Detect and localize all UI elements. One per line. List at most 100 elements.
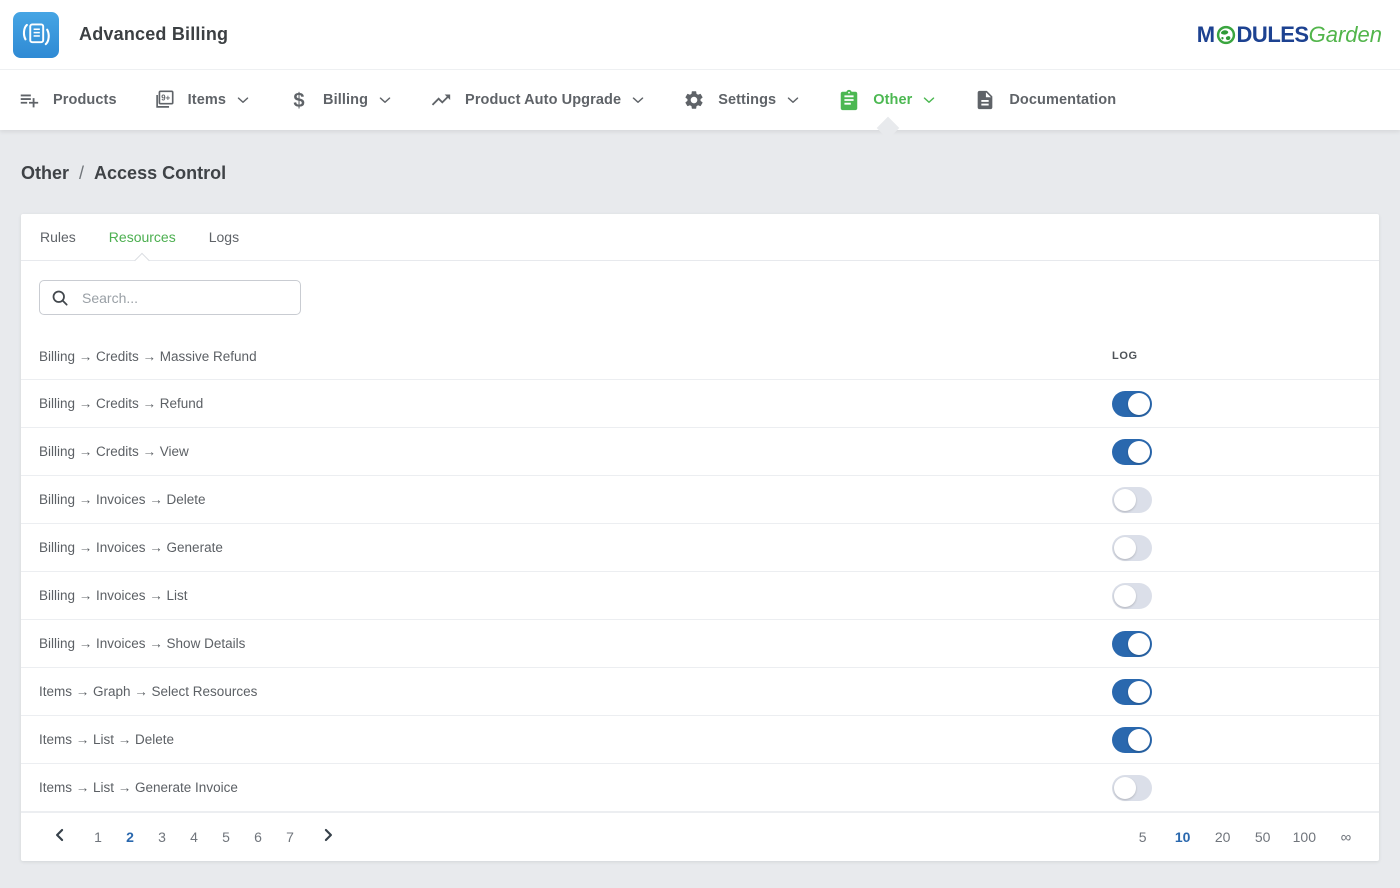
- modulesgarden-logo[interactable]: M DULES Garden: [1197, 22, 1382, 48]
- page-button-6[interactable]: 6: [249, 829, 267, 845]
- gear-icon: [683, 89, 705, 111]
- nav-item-documentation[interactable]: Documentation: [956, 70, 1134, 130]
- log-toggle[interactable]: [1112, 775, 1152, 801]
- tab-rules[interactable]: Rules: [40, 214, 76, 260]
- log-column-header: LOG: [1112, 350, 1138, 362]
- tab-logs[interactable]: Logs: [209, 214, 239, 260]
- nav-item-products[interactable]: Products: [18, 70, 135, 130]
- log-toggle[interactable]: [1112, 487, 1152, 513]
- chevron-down-icon: [376, 91, 394, 109]
- page-size-option-infinity[interactable]: ∞: [1336, 829, 1356, 846]
- log-toggle[interactable]: [1112, 583, 1152, 609]
- table-row: Billing → Invoices → Delete: [21, 476, 1379, 524]
- log-toggle[interactable]: [1112, 439, 1152, 465]
- nav-item-billing[interactable]: $ Billing: [270, 70, 412, 130]
- app-header: Advanced Billing M DULES Garden: [0, 0, 1400, 70]
- resources-table: Billing → Credits → Massive RefundLOGBil…: [21, 332, 1379, 812]
- table-row: Billing → Invoices → Generate: [21, 524, 1379, 572]
- page-size-option-50[interactable]: 50: [1253, 829, 1273, 845]
- svg-text:$: $: [293, 90, 304, 111]
- log-cell: [1112, 439, 1379, 465]
- tab-label: Logs: [209, 229, 239, 245]
- resource-label: Billing → Invoices → Delete: [21, 492, 1112, 507]
- nav-item-other[interactable]: Other: [820, 70, 956, 130]
- tab-resources[interactable]: Resources: [109, 214, 176, 260]
- chevron-down-icon: [234, 91, 252, 109]
- page-content: Other / Access Control Rules Resources Log…: [0, 163, 1400, 861]
- log-cell: [1112, 535, 1379, 561]
- nav-item-settings[interactable]: Settings: [665, 70, 820, 130]
- log-toggle[interactable]: [1112, 679, 1152, 705]
- chevron-down-icon: [629, 91, 647, 109]
- table-row: Billing → Invoices → List: [21, 572, 1379, 620]
- chevron-left-icon: [50, 825, 70, 850]
- nav-item-label: Other: [873, 92, 912, 108]
- search-box: [39, 280, 301, 315]
- nav-item-label: Product Auto Upgrade: [465, 92, 621, 108]
- document-icon: [974, 89, 996, 111]
- resource-label: Items → Graph → Select Resources: [21, 684, 1112, 699]
- playlist-add-icon: [18, 89, 40, 111]
- page-button-5[interactable]: 5: [217, 829, 235, 845]
- table-row: Items → List → Generate Invoice: [21, 764, 1379, 812]
- main-nav: Products 9+Items $ Billing Product Auto Upgr…: [0, 70, 1400, 130]
- prev-page-button[interactable]: [48, 825, 72, 849]
- resource-label: Items → List → Generate Invoice: [21, 780, 1112, 795]
- tab-label: Rules: [40, 229, 76, 245]
- table-row: Billing → Credits → Massive RefundLOG: [21, 332, 1379, 380]
- resource-label: Billing → Invoices → Show Details: [21, 636, 1112, 651]
- page-button-7[interactable]: 7: [281, 829, 299, 845]
- log-toggle[interactable]: [1112, 535, 1152, 561]
- resource-label: Billing → Credits → Massive Refund: [21, 349, 1112, 364]
- log-cell: [1112, 727, 1379, 753]
- log-cell: [1112, 775, 1379, 801]
- clipboard-icon: [838, 89, 860, 111]
- page-button-3[interactable]: 3: [153, 829, 171, 845]
- nav-item-items[interactable]: 9+Items: [135, 70, 270, 130]
- log-cell: LOG: [1112, 350, 1379, 362]
- nav-item-label: Settings: [718, 92, 776, 108]
- nav-item-label: Documentation: [1009, 92, 1116, 108]
- breadcrumb-separator: /: [79, 163, 84, 184]
- next-page-button[interactable]: [316, 825, 340, 849]
- page-button-2[interactable]: 2: [121, 829, 139, 845]
- page-button-4[interactable]: 4: [185, 829, 203, 845]
- logo-text-dules: DULES: [1237, 22, 1309, 48]
- log-toggle[interactable]: [1112, 391, 1152, 417]
- nine-plus-icon: 9+: [153, 89, 175, 111]
- log-toggle[interactable]: [1112, 631, 1152, 657]
- log-cell: [1112, 631, 1379, 657]
- log-cell: [1112, 391, 1379, 417]
- nav-item-label: Products: [53, 92, 117, 108]
- app-title: Advanced Billing: [79, 24, 228, 45]
- nav-item-product-auto-upgrade[interactable]: Product Auto Upgrade: [412, 70, 665, 130]
- access-control-card: Rules Resources Logs Billing → Credits → M…: [21, 214, 1379, 861]
- breadcrumb: Other / Access Control: [21, 163, 1379, 184]
- active-nav-notch: [877, 117, 900, 140]
- chevron-down-icon: [784, 91, 802, 109]
- logo-text-m: M: [1197, 22, 1215, 48]
- resource-label: Billing → Credits → Refund: [21, 396, 1112, 411]
- log-toggle[interactable]: [1112, 727, 1152, 753]
- nav-item-label: Billing: [323, 92, 368, 108]
- page-button-1[interactable]: 1: [89, 829, 107, 845]
- search-input[interactable]: [82, 290, 290, 306]
- table-row: Billing → Credits → View: [21, 428, 1379, 476]
- resource-label: Items → List → Delete: [21, 732, 1112, 747]
- search-icon: [50, 288, 70, 308]
- page-size-option-5[interactable]: 5: [1133, 829, 1153, 845]
- search-row: [21, 261, 1379, 315]
- svg-text:9+: 9+: [161, 94, 170, 103]
- resource-label: Billing → Invoices → List: [21, 588, 1112, 603]
- page-size-option-20[interactable]: 20: [1213, 829, 1233, 845]
- page-size-option-100[interactable]: 100: [1293, 829, 1316, 845]
- table-row: Billing → Credits → Refund: [21, 380, 1379, 428]
- table-row: Items → List → Delete: [21, 716, 1379, 764]
- breadcrumb-page: Access Control: [94, 163, 226, 184]
- log-cell: [1112, 679, 1379, 705]
- page-size-option-10[interactable]: 10: [1173, 829, 1193, 845]
- dollar-icon: $: [288, 89, 310, 111]
- chevron-right-icon: [318, 825, 338, 850]
- tab-label: Resources: [109, 229, 176, 245]
- table-row: Billing → Invoices → Show Details: [21, 620, 1379, 668]
